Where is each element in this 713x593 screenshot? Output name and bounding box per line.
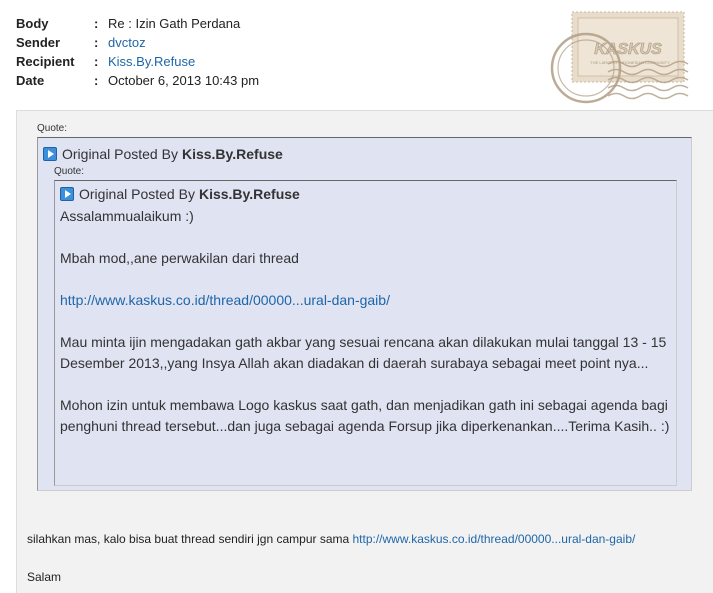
body-key: Body	[16, 16, 49, 31]
reply-message: silahkan mas, kalo bisa buat thread send…	[27, 532, 353, 546]
sender-link[interactable]: dvctoz	[108, 33, 146, 52]
colon: :	[94, 35, 99, 50]
quoted-line-greeting: Assalammualaikum :)	[60, 208, 194, 224]
date-value: October 6, 2013 10:43 pm	[108, 73, 260, 88]
quoted-message: Assalammualaikum :) Mbah mod,,ane perwak…	[60, 206, 670, 437]
message-meta: Body : Re : Izin Gath Perdana Sender : d…	[16, 14, 259, 90]
meta-row-recipient: Recipient : Kiss.By.Refuse	[16, 52, 259, 71]
reply-closing: Salam	[27, 570, 62, 584]
svg-text:THE LARGEST INDONESIAN COMMUNI: THE LARGEST INDONESIAN COMMUNITY	[590, 60, 670, 65]
view-post-icon[interactable]	[60, 187, 74, 201]
svg-text:KASKUS: KASKUS	[594, 41, 662, 58]
quote-outer: Original Posted By Kiss.By.Refuse Quote:…	[37, 137, 692, 491]
meta-row-date: Date : October 6, 2013 10:43 pm	[16, 71, 259, 90]
colon: :	[94, 16, 99, 31]
thread-link[interactable]: http://www.kaskus.co.id/thread/00000...u…	[60, 292, 390, 308]
quote-label-inner: Quote:	[54, 166, 85, 177]
original-posted-by-outer: Original Posted By Kiss.By.Refuse	[43, 145, 283, 163]
quoted-line-intro: Mbah mod,,ane perwakilan dari thread	[60, 250, 299, 266]
message-body-panel: Quote: Original Posted By Kiss.By.Refuse…	[16, 110, 713, 593]
kaskus-stamp-logo: KASKUS THE LARGEST INDONESIAN COMMUNITY	[548, 10, 700, 106]
colon: :	[94, 73, 99, 88]
quoted-paragraph-request: Mau minta ijin mengadakan gath akbar yan…	[60, 334, 667, 371]
quoted-paragraph-logo: Mohon izin untuk membawa Logo kaskus saa…	[60, 397, 670, 434]
posted-by-user: Kiss.By.Refuse	[198, 186, 300, 202]
posted-by-prefix: Original Posted By	[62, 146, 178, 162]
reply-thread-link[interactable]: http://www.kaskus.co.id/thread/00000...u…	[353, 532, 636, 546]
reply-text: silahkan mas, kalo bisa buat thread send…	[27, 531, 635, 547]
quote-inner: Original Posted By Kiss.By.Refuse Assala…	[54, 180, 677, 486]
view-post-icon[interactable]	[43, 147, 57, 161]
meta-row-sender: Sender : dvctoz	[16, 33, 259, 52]
meta-row-body: Body : Re : Izin Gath Perdana	[16, 14, 259, 33]
body-value: Re : Izin Gath Perdana	[108, 16, 241, 31]
date-key: Date	[16, 73, 45, 88]
colon: :	[94, 54, 99, 69]
original-posted-by-inner: Original Posted By Kiss.By.Refuse	[60, 185, 300, 203]
sender-key: Sender	[16, 35, 61, 50]
posted-by-user: Kiss.By.Refuse	[181, 146, 283, 162]
posted-by-prefix: Original Posted By	[79, 186, 195, 202]
quote-label-outer: Quote:	[37, 123, 68, 134]
recipient-key: Recipient	[16, 54, 75, 69]
recipient-link[interactable]: Kiss.By.Refuse	[108, 52, 195, 71]
